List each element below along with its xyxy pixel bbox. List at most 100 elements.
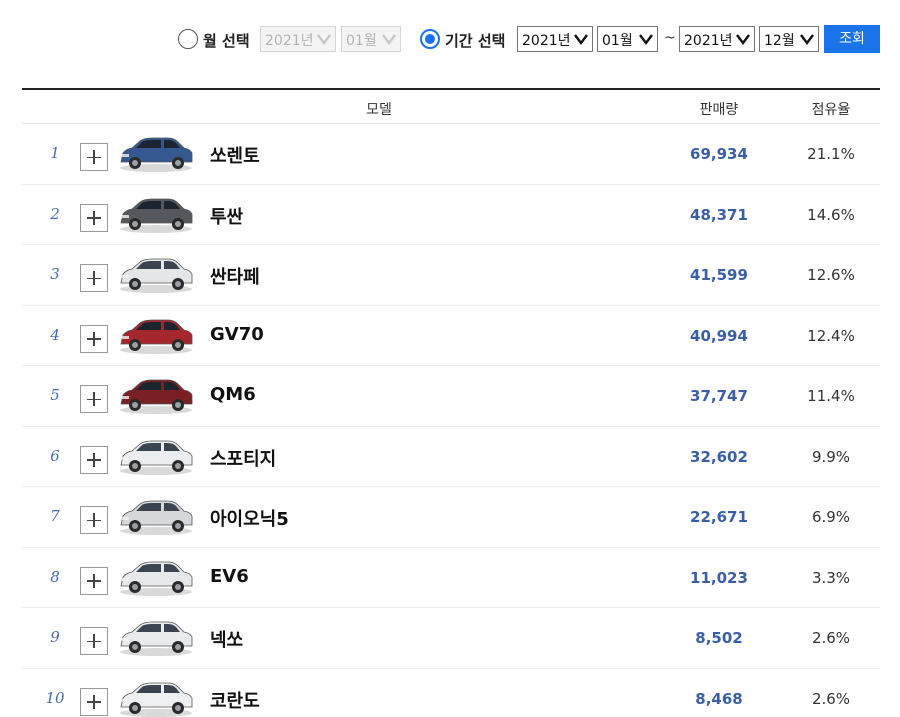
header-sales: 판매량 (699, 102, 739, 118)
chevron-down-icon (736, 34, 750, 45)
car-thumbnail-icon (120, 500, 193, 535)
table-row: 5 QM6 37,747 11.4% (22, 366, 880, 427)
period-select-label: 기간 선택 (445, 32, 506, 50)
chevron-down-icon (574, 34, 588, 45)
car-thumbnail-icon (120, 682, 193, 717)
model-name[interactable]: 투싼 (210, 203, 243, 229)
period-separator: ~ (664, 30, 676, 46)
end-month-select[interactable]: 12월 (759, 26, 819, 52)
table-row: 9 넥쏘 8,502 2.6% (22, 608, 880, 669)
model-name[interactable]: 코란도 (210, 687, 260, 713)
table-row: 3 싼타페 41,599 12.6% (22, 245, 880, 306)
table-row: 6 스포티지 32,602 9.9% (22, 427, 880, 487)
market-share: 12.6% (807, 266, 855, 284)
start-year-select[interactable]: 2021년 (517, 26, 593, 52)
chevron-down-icon (317, 34, 331, 45)
model-name[interactable]: 싼타페 (210, 263, 260, 289)
expand-plus-button[interactable] (80, 566, 108, 595)
expand-plus-button[interactable] (80, 445, 108, 474)
model-name[interactable]: 스포티지 (210, 445, 276, 471)
search-button[interactable]: 조회 (824, 25, 880, 53)
expand-plus-button[interactable] (80, 203, 108, 232)
period-select-radio[interactable] (420, 29, 440, 49)
start-month-value: 01월 (602, 33, 633, 49)
rank-number: 9 (50, 628, 60, 646)
rank-number: 5 (50, 386, 60, 404)
expand-plus-button[interactable] (80, 385, 108, 413)
month-year-select: 2021년 (260, 26, 336, 52)
market-share: 11.4% (807, 387, 855, 405)
header-model: 모델 (366, 102, 392, 118)
model-name[interactable]: 쏘렌토 (210, 142, 260, 168)
table-row: 1 쏘렌토 69,934 21.1% (22, 124, 880, 185)
sales-count: 37,747 (690, 387, 748, 405)
table-row: 7 아이오닉5 22,671 6.9% (22, 487, 880, 548)
rank-number: 8 (50, 567, 60, 586)
expand-plus-button[interactable] (80, 324, 108, 353)
table-header: 모델 판매량 점유율 (22, 90, 880, 124)
rank-number: 1 (50, 144, 60, 162)
table-row: 10 코란도 8,468 2.6% (22, 669, 880, 717)
month-select-radio[interactable] (178, 29, 198, 49)
car-thumbnail-icon (120, 137, 193, 172)
car-thumbnail-icon (120, 561, 193, 596)
sales-count: 11,023 (690, 568, 748, 587)
sales-count: 40,994 (690, 326, 748, 345)
sales-count: 41,599 (690, 266, 748, 284)
chevron-down-icon (639, 34, 653, 45)
model-name[interactable]: 넥쏘 (210, 626, 243, 652)
model-name[interactable]: EV6 (210, 566, 249, 587)
chevron-down-icon (800, 34, 814, 45)
car-thumbnail-icon (120, 440, 193, 475)
market-share: 14.6% (807, 205, 855, 224)
sales-ranking-table: 모델 판매량 점유율 1 쏘렌토 69,934 21.1% 2 투싼 48,371 14.6%… (22, 88, 880, 717)
end-year-value: 2021년 (684, 33, 733, 49)
month-select-label: 월 선택 (203, 32, 250, 50)
market-share: 9.9% (811, 447, 851, 466)
period-filter-bar: 월 선택 2021년 01월 기간 선택 2021년 01월 ~ 2021년 1… (0, 25, 900, 53)
expand-plus-button[interactable] (80, 506, 108, 534)
table-row: 8 EV6 11,023 3.3% (22, 548, 880, 608)
expand-plus-button[interactable] (80, 143, 108, 171)
rank-number: 2 (50, 204, 60, 223)
market-share: 2.6% (811, 689, 851, 708)
rank-number: 6 (50, 446, 60, 465)
market-share: 3.3% (811, 568, 851, 587)
sales-count: 69,934 (690, 145, 748, 163)
rank-number: 4 (50, 325, 60, 344)
car-thumbnail-icon (120, 621, 193, 656)
table-body: 1 쏘렌토 69,934 21.1% 2 투싼 48,371 14.6% 3 싼타페 41,599 1… (22, 124, 880, 717)
car-thumbnail-icon (120, 198, 193, 233)
sales-count: 8,502 (695, 629, 743, 647)
car-thumbnail-icon (120, 258, 193, 293)
start-year-value: 2021년 (522, 33, 571, 49)
table-row: 2 투싼 48,371 14.6% (22, 185, 880, 245)
chevron-down-icon (382, 34, 396, 45)
sales-count: 8,468 (695, 689, 743, 708)
month-month-select: 01월 (341, 26, 401, 52)
rank-number: 10 (45, 688, 65, 707)
sales-count: 48,371 (690, 205, 748, 224)
start-month-select[interactable]: 01월 (597, 26, 658, 52)
table-row: 4 GV70 40,994 12.4% (22, 306, 880, 366)
market-share: 12.4% (807, 326, 855, 345)
end-year-select[interactable]: 2021년 (679, 26, 755, 52)
expand-plus-button[interactable] (80, 687, 108, 716)
header-share: 점유율 (811, 102, 851, 118)
expand-plus-button[interactable] (80, 264, 108, 292)
model-name[interactable]: GV70 (210, 324, 264, 345)
model-name[interactable]: QM6 (210, 384, 256, 405)
month-month-value: 01월 (346, 33, 377, 49)
expand-plus-button[interactable] (80, 627, 108, 655)
market-share: 2.6% (811, 629, 851, 647)
rank-number: 3 (50, 265, 60, 283)
sales-count: 32,602 (690, 447, 748, 466)
model-name[interactable]: 아이오닉5 (210, 505, 289, 531)
car-thumbnail-icon (120, 379, 193, 414)
car-thumbnail-icon (120, 319, 193, 354)
rank-number: 7 (50, 507, 60, 525)
market-share: 21.1% (807, 145, 855, 163)
end-month-value: 12월 (764, 33, 795, 49)
sales-count: 22,671 (690, 508, 748, 526)
market-share: 6.9% (811, 508, 851, 526)
